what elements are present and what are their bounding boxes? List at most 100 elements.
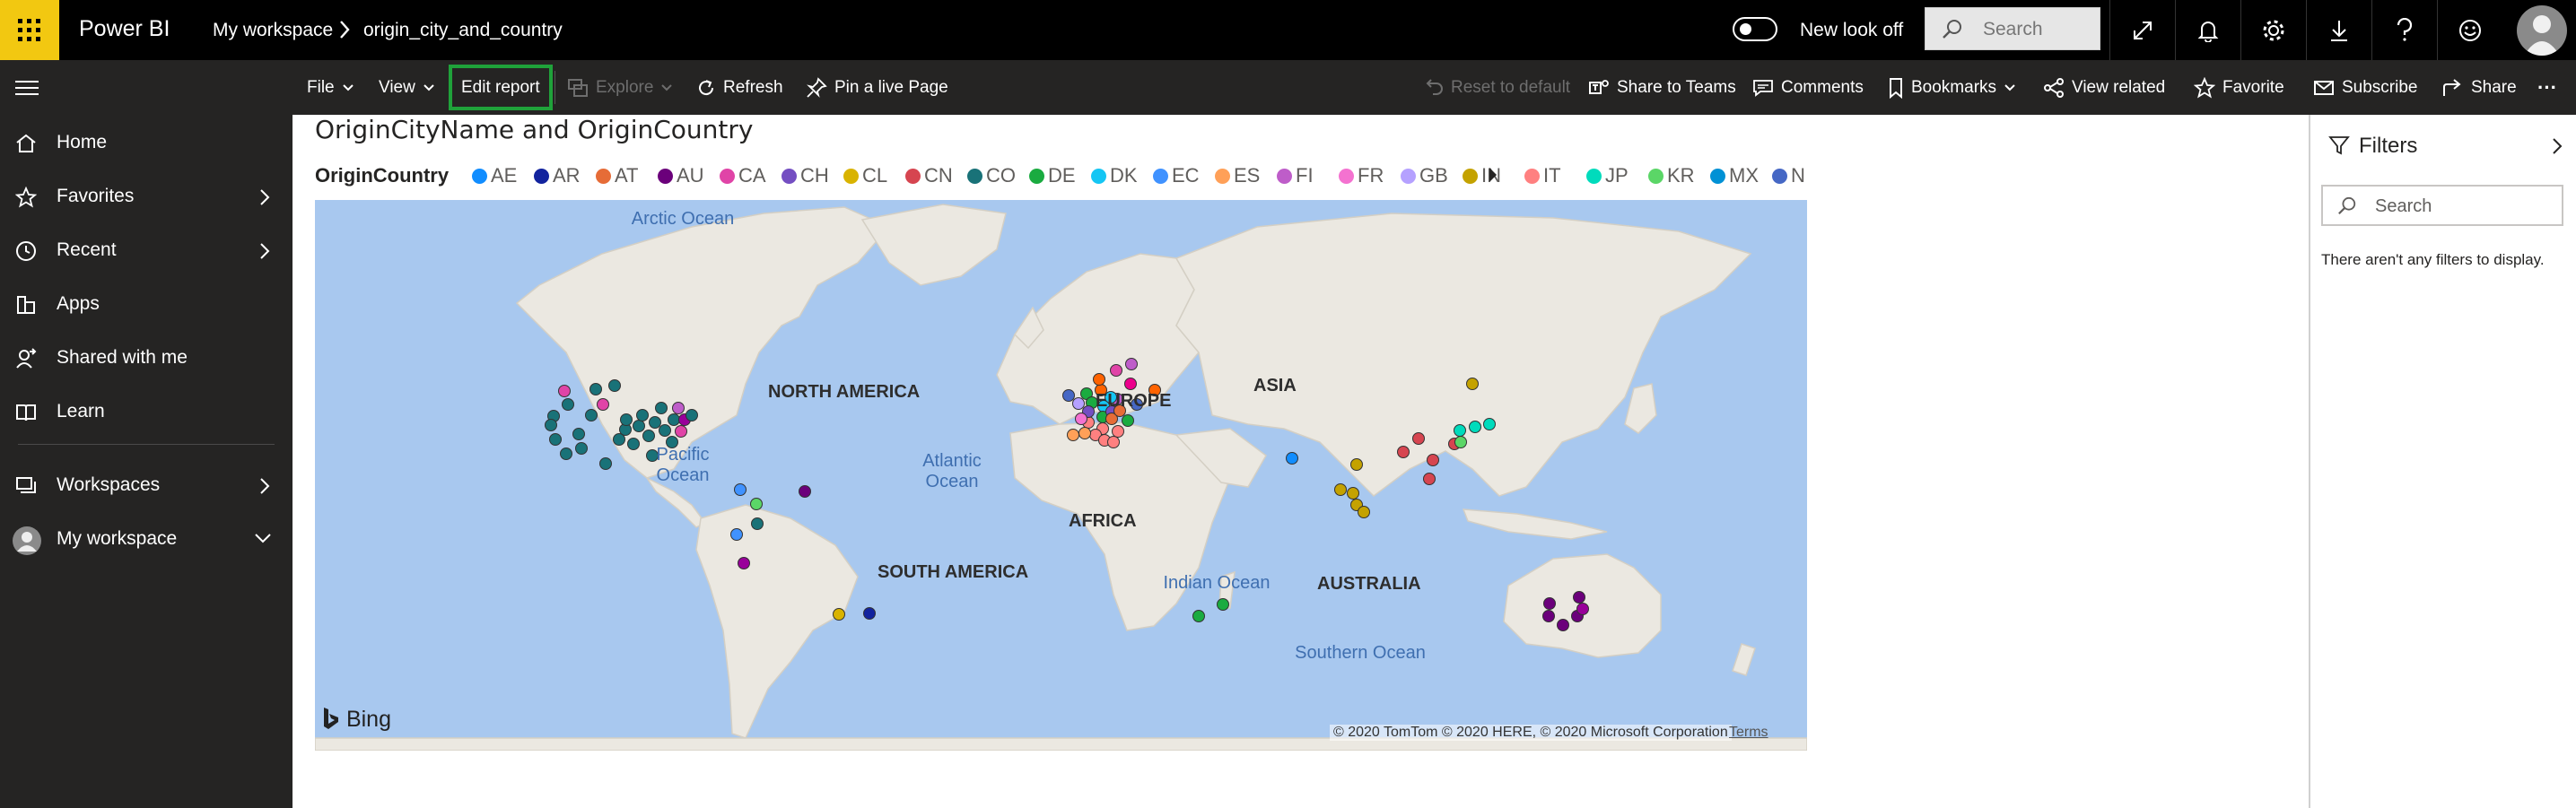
city-marker[interactable] [1110,364,1122,377]
city-marker[interactable] [1334,483,1347,496]
city-marker[interactable] [685,409,698,421]
city-marker[interactable] [1075,413,1087,425]
city-marker[interactable] [1093,373,1105,386]
legend-item[interactable]: MX [1710,164,1759,187]
city-marker[interactable] [1576,603,1589,615]
nav-item-recent[interactable]: Recent [0,225,293,275]
reset-to-default-button[interactable]: Reset to default [1426,60,1570,115]
favorite-button[interactable]: Favorite [2194,60,2284,115]
filters-search-input[interactable]: Search [2321,185,2563,226]
city-marker[interactable] [642,430,655,442]
file-menu-button[interactable]: File [307,60,354,115]
city-marker[interactable] [1078,427,1091,439]
city-marker[interactable] [649,416,661,429]
subscribe-button[interactable]: Subscribe [2313,60,2418,115]
new-look-toggle[interactable] [1733,17,1777,41]
legend-scroll-right-icon[interactable] [1489,167,1498,183]
city-marker[interactable] [1542,610,1555,622]
city-marker[interactable] [1454,424,1466,437]
city-marker[interactable] [1125,358,1138,370]
city-marker[interactable] [549,433,562,446]
city-marker[interactable] [1067,429,1079,441]
city-marker[interactable] [675,425,687,438]
legend-item[interactable]: EC [1153,164,1200,187]
download-button[interactable] [2306,0,2371,60]
city-marker[interactable] [1469,421,1481,433]
legend-item[interactable]: AT [596,164,638,187]
city-marker[interactable] [833,608,845,621]
legend-item[interactable]: NL [1772,164,1804,187]
legend-item[interactable]: GB [1401,164,1448,187]
feedback-button[interactable] [2437,0,2502,60]
account-avatar[interactable] [2517,5,2567,56]
map-visual[interactable]: NORTH AMERICA EUROPE ASIA AFRICA SOUTH A… [315,200,1807,751]
legend-item[interactable]: CO [967,164,1016,187]
legend-item[interactable]: FR [1339,164,1384,187]
settings-button[interactable] [2240,0,2306,60]
city-marker[interactable] [672,402,685,414]
city-marker[interactable] [1483,418,1496,430]
nav-item-apps[interactable]: Apps [0,279,293,329]
legend-item[interactable]: DK [1091,164,1138,187]
nav-item-workspaces[interactable]: Workspaces [0,460,293,510]
brand-name[interactable]: Power BI [79,16,170,42]
legend-item[interactable]: CN [905,164,953,187]
legend-item[interactable]: AE [472,164,517,187]
city-marker[interactable] [575,442,588,455]
legend-item[interactable]: FI [1277,164,1314,187]
refresh-button[interactable]: Refresh [696,60,783,115]
pin-live-page-button[interactable]: Pin a live Page [806,60,948,115]
city-marker[interactable] [1347,487,1359,500]
city-marker[interactable] [599,457,612,470]
city-marker[interactable] [560,447,572,460]
city-marker[interactable] [589,383,602,395]
city-marker[interactable] [1062,389,1075,402]
help-button[interactable] [2371,0,2437,60]
city-marker[interactable] [1423,473,1436,485]
city-marker[interactable] [572,428,585,440]
city-marker[interactable] [562,398,574,411]
city-marker[interactable] [1543,597,1556,610]
city-marker[interactable] [1427,454,1439,466]
city-marker[interactable] [738,557,750,569]
legend-item[interactable]: AU [658,164,704,187]
city-marker[interactable] [1358,506,1370,518]
legend-item[interactable]: CL [843,164,887,187]
legend-item[interactable]: ES [1215,164,1260,187]
city-marker[interactable] [1466,378,1479,390]
hamburger-icon[interactable] [15,79,39,97]
city-marker[interactable] [1557,619,1569,631]
city-marker[interactable] [1454,436,1467,448]
legend-item[interactable]: CA [720,164,766,187]
nav-item-learn[interactable]: Learn [0,387,293,437]
view-menu-button[interactable]: View [379,60,435,115]
fullscreen-button[interactable] [2109,0,2175,60]
city-marker[interactable] [655,402,668,414]
city-marker[interactable] [1412,432,1425,445]
city-marker[interactable] [1397,446,1410,458]
legend-item[interactable]: JP [1586,164,1629,187]
city-marker[interactable] [1107,436,1120,448]
city-marker[interactable] [659,424,671,437]
edit-report-button[interactable]: Edit report [449,65,553,110]
legend-item[interactable]: KR [1648,164,1695,187]
chevron-right-icon[interactable] [2551,136,2563,156]
city-marker[interactable] [545,419,557,431]
city-marker[interactable] [1072,397,1085,410]
city-marker[interactable] [1192,610,1205,622]
city-marker[interactable] [636,409,649,421]
more-options-button[interactable]: ··· [2537,60,2557,115]
explore-button[interactable]: Explore [567,60,673,115]
city-marker[interactable] [668,413,680,426]
comments-button[interactable]: Comments [1752,60,1864,115]
city-marker[interactable] [613,433,625,446]
city-marker[interactable] [608,379,621,392]
map-terms-link[interactable]: Terms [1729,725,1768,741]
nav-item-my-workspace[interactable]: My workspace [0,514,293,564]
city-marker[interactable] [730,528,743,541]
legend-item[interactable]: IT [1524,164,1561,187]
city-marker[interactable] [558,385,571,397]
breadcrumb-workspace[interactable]: My workspace [213,20,333,41]
global-search-input[interactable]: Search [1925,7,2100,50]
city-marker[interactable] [750,498,763,510]
